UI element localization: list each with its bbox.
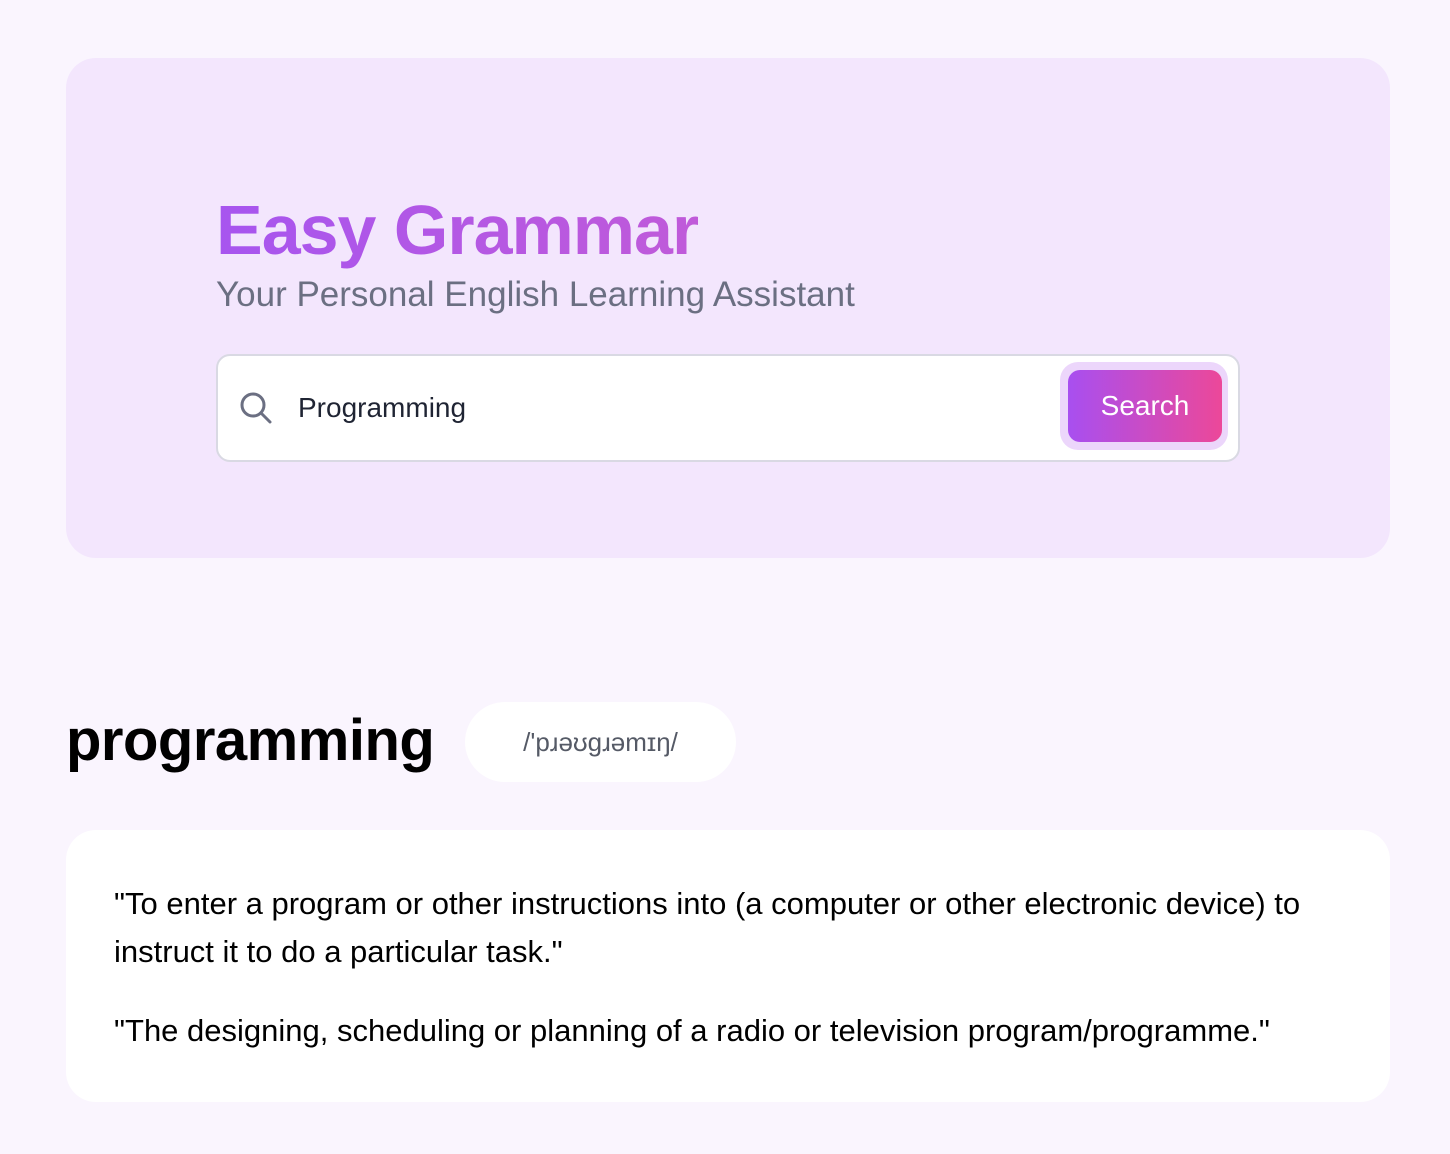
definition-item: "The designing, scheduling or planning o… [114, 1013, 1270, 1048]
phonetic-badge: /'pɹəʊɡɹəmɪŋ/ [465, 702, 736, 782]
search-icon [238, 390, 276, 428]
phonetic-text: /'pɹəʊɡɹəmɪŋ/ [523, 726, 678, 757]
definitions-card: "To enter a program or other instruction… [66, 830, 1390, 1102]
search-input[interactable] [298, 380, 1048, 436]
definition-item: "To enter a program or other instruction… [114, 886, 1301, 969]
app-subtitle: Your Personal English Learning Assistant [216, 275, 855, 314]
hero-panel: Easy Grammar Your Personal English Learn… [66, 58, 1390, 558]
word-title: programming [66, 708, 435, 773]
search-button-focus-ring: Search [1060, 362, 1228, 450]
search-bar: Search [216, 354, 1240, 462]
search-button[interactable]: Search [1068, 370, 1222, 442]
app-title: Easy Grammar [216, 191, 699, 269]
